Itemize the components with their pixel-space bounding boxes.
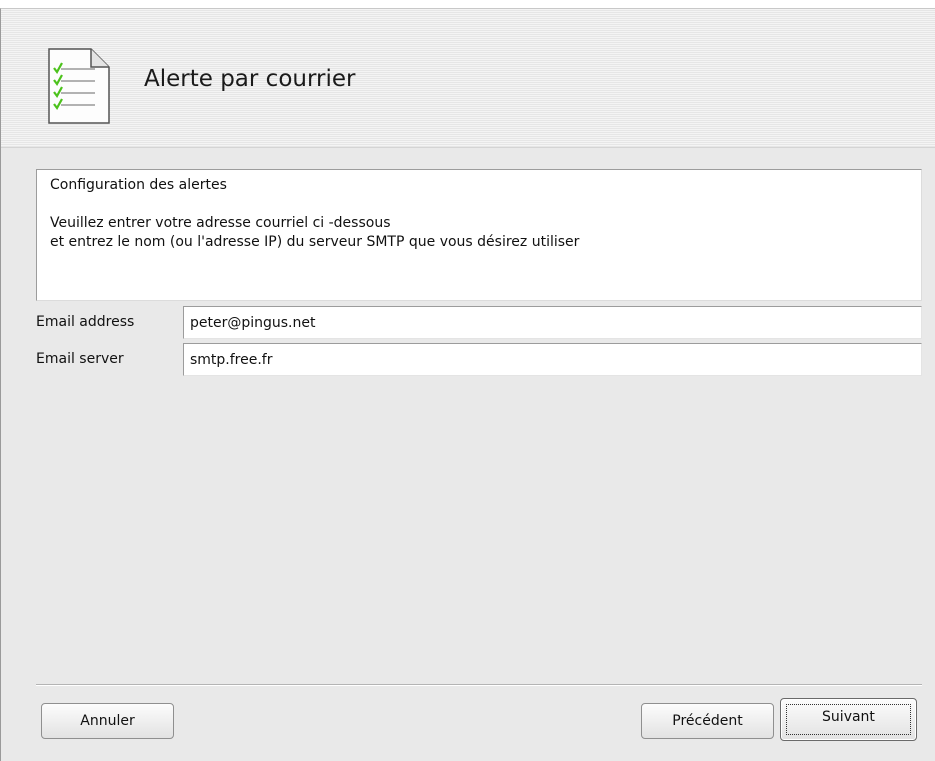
cancel-button[interactable]: Annuler — [41, 703, 174, 739]
email-address-input[interactable] — [183, 306, 922, 339]
email-address-label: Email address — [36, 314, 135, 330]
instructions-line-1: Veuillez entrer votre adresse courriel c… — [50, 215, 391, 231]
next-button-label: Suivant — [786, 704, 911, 735]
instructions-heading: Configuration des alertes — [50, 177, 227, 193]
wizard-title: Alerte par courrier — [144, 66, 356, 92]
instructions-line-2: et entrez le nom (ou l'adresse IP) du se… — [50, 234, 580, 250]
email-server-input[interactable] — [183, 343, 922, 376]
instructions-box: Configuration des alertes Veuillez entre… — [36, 169, 922, 301]
next-button[interactable]: Suivant — [780, 698, 917, 741]
wizard-header: Alerte par courrier — [1, 9, 935, 148]
previous-button[interactable]: Précédent — [641, 703, 774, 739]
wizard-window: Alerte par courrier Configuration des al… — [0, 8, 935, 761]
checklist-document-icon — [45, 47, 115, 125]
button-separator — [36, 684, 922, 686]
email-server-label: Email server — [36, 351, 124, 367]
